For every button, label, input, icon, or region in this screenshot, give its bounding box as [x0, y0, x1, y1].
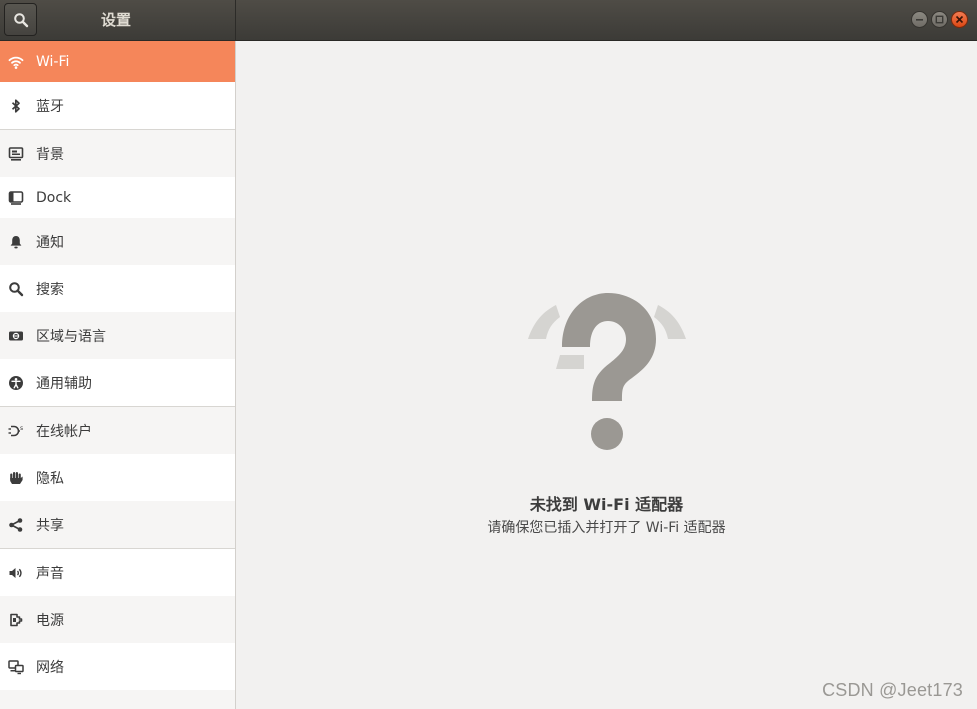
accessibility-icon [8, 375, 24, 391]
sidebar-item-label: 通用辅助 [36, 375, 92, 392]
maximize-button[interactable] [931, 11, 948, 28]
settings-window: 设置 Wi-Fi 蓝牙 背景 Dock 通知 搜索 区域与语言 通用辅助 s 在… [0, 0, 977, 709]
sidebar-item-label: 共享 [36, 517, 64, 534]
sidebar-item-label: 通知 [36, 234, 64, 251]
sidebar-item-label: 网络 [36, 659, 64, 676]
sidebar-item-accessibility[interactable]: 通用辅助 [0, 359, 235, 406]
hand-icon [8, 470, 24, 486]
sidebar-item-search[interactable]: 搜索 [0, 265, 235, 312]
sidebar-item-label: Wi-Fi [36, 53, 70, 70]
sidebar-item-partial[interactable] [0, 690, 235, 709]
sidebar-item-power[interactable]: 电源 [0, 596, 235, 643]
sidebar-item-region-language[interactable]: 区域与语言 [0, 312, 235, 359]
speaker-icon [8, 565, 24, 581]
svg-text:s: s [20, 425, 23, 432]
sidebar-item-online-accounts[interactable]: s 在线帐户 [0, 407, 235, 454]
network-icon [8, 659, 24, 675]
sidebar-item-label: 区域与语言 [36, 328, 106, 345]
sidebar-item-label: 隐私 [36, 470, 64, 487]
sidebar-item-label: 背景 [36, 146, 64, 163]
sidebar-item-label: 搜索 [36, 281, 64, 298]
sidebar-item-dock[interactable]: Dock [0, 177, 235, 218]
background-icon [8, 146, 24, 162]
empty-state-subtitle: 请确保您已插入并打开了 Wi-Fi 适配器 [487, 520, 726, 536]
question-mark-icon [528, 293, 686, 450]
search-icon [13, 12, 28, 27]
sidebar-item-wifi[interactable]: Wi-Fi [0, 41, 235, 82]
sidebar-item-bluetooth[interactable]: 蓝牙 [0, 82, 235, 129]
minimize-icon [916, 19, 923, 21]
close-icon [955, 15, 964, 24]
search-icon [8, 281, 24, 297]
sidebar-item-label: 在线帐户 [36, 423, 92, 440]
wifi-icon [8, 54, 24, 70]
sidebar: Wi-Fi 蓝牙 背景 Dock 通知 搜索 区域与语言 通用辅助 s 在线帐户… [0, 41, 236, 709]
online-accounts-icon: s [8, 423, 24, 439]
sidebar-item-sharing[interactable]: 共享 [0, 501, 235, 548]
sidebar-item-label: Dock [36, 189, 72, 206]
sidebar-item-label: 声音 [36, 565, 64, 582]
power-plug-icon [8, 612, 24, 628]
minimize-button[interactable] [911, 11, 928, 28]
bluetooth-icon [8, 98, 24, 114]
sidebar-item-notifications[interactable]: 通知 [0, 218, 235, 265]
dock-icon [8, 190, 24, 206]
bell-icon [8, 234, 24, 250]
sidebar-item-network[interactable]: 网络 [0, 643, 235, 690]
main-content: 未找到 Wi-Fi 适配器 请确保您已插入并打开了 Wi-Fi 适配器 CSDN… [236, 41, 977, 709]
header-sidebar-section: 设置 [0, 0, 236, 41]
maximize-icon [935, 15, 944, 24]
close-button[interactable] [951, 11, 968, 28]
search-button[interactable] [4, 3, 37, 36]
sidebar-item-background[interactable]: 背景 [0, 130, 235, 177]
sidebar-item-label: 电源 [36, 612, 64, 629]
sidebar-item-privacy[interactable]: 隐私 [0, 454, 235, 501]
share-icon [8, 517, 24, 533]
window-controls [911, 11, 968, 28]
sidebar-item-label: 蓝牙 [36, 98, 64, 115]
sidebar-item-sound[interactable]: 声音 [0, 549, 235, 596]
header-bar: 设置 [0, 0, 977, 41]
empty-state-title: 未找到 Wi-Fi 适配器 [529, 495, 684, 514]
watermark: CSDN @Jeet173 [822, 680, 963, 700]
region-icon [8, 328, 24, 344]
